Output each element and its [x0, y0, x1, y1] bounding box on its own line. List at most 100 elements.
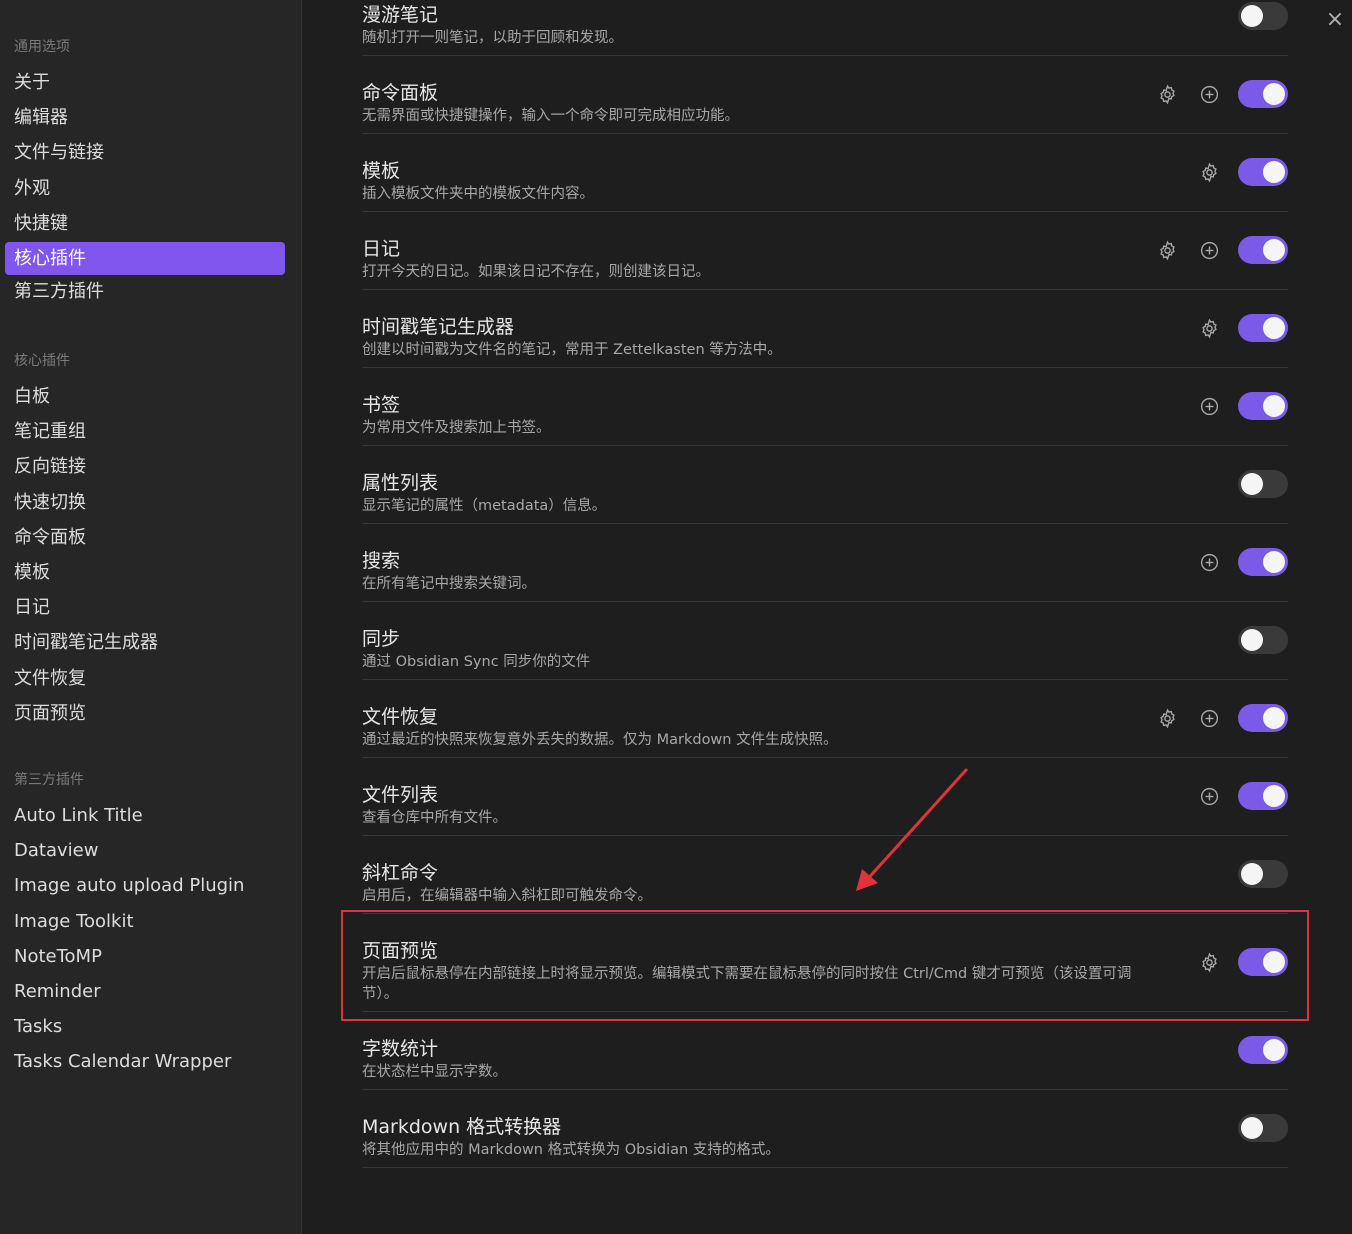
plugin-row: 搜索 在所有笔记中搜索关键词。	[362, 524, 1288, 602]
toggle-knob	[1263, 161, 1285, 183]
plugin-enable-toggle[interactable]	[1238, 1036, 1288, 1064]
sidebar-core-item[interactable]: 白板	[5, 380, 285, 415]
gear-icon[interactable]	[1196, 159, 1222, 185]
toggle-knob	[1263, 707, 1285, 729]
plugin-name: 时间戳笔记生成器	[362, 316, 515, 338]
plugin-description: 启用后，在编辑器中输入斜杠即可触发命令。	[362, 888, 652, 904]
plus-circle-icon[interactable]	[1196, 783, 1222, 809]
gear-icon[interactable]	[1154, 705, 1180, 731]
plugin-description: 打开今天的日记。如果该日记不存在，则创建该日记。	[362, 264, 710, 280]
plugin-enable-toggle[interactable]	[1238, 860, 1288, 888]
plugin-controls	[1238, 2, 1288, 30]
sidebar-general-item[interactable]: 关于	[5, 66, 285, 101]
toggle-knob	[1263, 785, 1285, 807]
toggle-knob	[1241, 473, 1263, 495]
sidebar-general-item[interactable]: 核心插件	[5, 241, 285, 275]
gear-icon[interactable]	[1196, 315, 1222, 341]
plugin-controls	[1238, 470, 1288, 498]
plugin-row: 斜杠命令 启用后，在编辑器中输入斜杠即可触发命令。	[362, 836, 1288, 914]
plugin-enable-toggle[interactable]	[1238, 626, 1288, 654]
plugin-row: 字数统计在状态栏中显示字数。	[362, 1012, 1288, 1090]
plugin-name: 书签	[362, 394, 401, 416]
plugin-row: 日记打开今天的日记。如果该日记不存在，则创建该日记。	[362, 212, 1288, 290]
plugin-enable-toggle[interactable]	[1238, 704, 1288, 732]
sidebar-third-party-item[interactable]: Dataview	[5, 834, 285, 869]
sidebar-third-party-item[interactable]: Tasks	[5, 1010, 285, 1045]
plugin-controls	[1196, 548, 1288, 576]
plugin-row: 模板 插入模板文件夹中的模板文件内容。	[362, 134, 1288, 212]
plugin-controls	[1238, 626, 1288, 654]
gear-icon[interactable]	[1154, 237, 1180, 263]
sidebar-core-item[interactable]: 笔记重组	[5, 415, 285, 450]
gear-icon[interactable]	[1196, 949, 1222, 975]
toggle-knob	[1263, 317, 1285, 339]
close-icon[interactable]: ×	[1323, 8, 1347, 32]
plugin-name: 页面预览	[362, 940, 439, 962]
plugin-list-panel: 漫游笔记 随机打开一则笔记，以助于回顾和发现。 命令面板 无需界面或快捷键操作，输入一…	[303, 0, 1352, 1234]
sidebar-core-item[interactable]: 时间戳笔记生成器	[5, 626, 285, 661]
plus-circle-icon[interactable]	[1196, 81, 1222, 107]
plugin-controls	[1154, 236, 1288, 264]
sidebar-core-item[interactable]: 模板	[5, 556, 285, 591]
toggle-knob	[1263, 395, 1285, 417]
plus-circle-icon[interactable]	[1196, 393, 1222, 419]
plugin-row: 属性列表 显示笔记的属性（metadata）信息。	[362, 446, 1288, 524]
plugin-name: Markdown 格式转换器	[362, 1116, 562, 1138]
toggle-knob	[1263, 951, 1285, 973]
plugin-description: 在所有笔记中搜索关键词。	[362, 576, 536, 592]
sidebar-general-item[interactable]: 编辑器	[5, 101, 285, 136]
plugin-description: 在状态栏中显示字数。	[362, 1064, 507, 1080]
plus-circle-icon[interactable]	[1196, 237, 1222, 263]
sidebar-group-core: 核心插件 白板 笔记重组 反向链接 快速切换 命令面板 模板 日记 时间戳笔记生成器 文件恢复页…	[5, 349, 285, 732]
sidebar-core-item[interactable]: 命令面板	[5, 521, 285, 556]
sidebar-general-item[interactable]: 快捷键	[5, 207, 285, 242]
plugin-name: 文件列表	[362, 784, 439, 806]
plugin-enable-toggle[interactable]	[1238, 2, 1288, 30]
plugin-description: 查看仓库中所有文件。	[362, 810, 507, 826]
sidebar-third-party-item[interactable]: Image Toolkit	[5, 905, 285, 940]
plugin-name: 模板	[362, 160, 401, 182]
sidebar-core-item[interactable]: 快速切换	[5, 486, 285, 521]
toggle-knob	[1241, 863, 1263, 885]
plugin-enable-toggle[interactable]	[1238, 158, 1288, 186]
plus-circle-icon[interactable]	[1196, 549, 1222, 575]
sidebar-third-party-item[interactable]: NoteToMP	[5, 940, 285, 975]
sidebar-group-title: 第三方插件	[14, 772, 84, 788]
plugin-controls	[1196, 782, 1288, 810]
plugin-description: 创建以时间戳为文件名的笔记，常用于 Zettelkasten 等方法中。	[362, 342, 782, 358]
plugin-enable-toggle[interactable]	[1238, 314, 1288, 342]
plugin-enable-toggle[interactable]	[1238, 236, 1288, 264]
plugin-name: 漫游笔记	[362, 4, 439, 26]
plugin-name: 字数统计	[362, 1038, 439, 1060]
plugin-row: 页面预览 开启后鼠标悬停在内部链接上时将显示预览。编辑模式下需要在鼠标悬停的同时按…	[362, 914, 1288, 1012]
plugin-enable-toggle[interactable]	[1238, 80, 1288, 108]
sidebar-general-item[interactable]: 第三方插件	[5, 275, 285, 310]
plugin-enable-toggle[interactable]	[1238, 548, 1288, 576]
sidebar-third-party-item[interactable]: Reminder	[5, 975, 285, 1010]
sidebar-core-item[interactable]: 文件恢复	[5, 662, 285, 697]
sidebar-group-title: 通用选项	[14, 39, 70, 55]
plugin-controls	[1196, 158, 1288, 186]
sidebar-general-item[interactable]: 文件与链接	[5, 136, 285, 171]
sidebar-core-item[interactable]: 页面预览	[5, 697, 285, 732]
plugin-name: 文件恢复	[362, 706, 439, 728]
plugin-enable-toggle[interactable]	[1238, 948, 1288, 976]
plugin-row: 时间戳笔记生成器创建以时间戳为文件名的笔记，常用于 Zettelkasten 等…	[362, 290, 1288, 368]
gear-icon[interactable]	[1154, 81, 1180, 107]
plugin-name: 日记	[362, 238, 401, 260]
sidebar-core-item[interactable]: 日记	[5, 591, 285, 626]
plugin-enable-toggle[interactable]	[1238, 470, 1288, 498]
sidebar-general-item[interactable]: 外观	[5, 172, 285, 207]
sidebar-third-party-item[interactable]: Auto Link Title	[5, 799, 285, 834]
plus-circle-icon[interactable]	[1196, 705, 1222, 731]
sidebar-third-party-item[interactable]: Image auto upload Plugin	[5, 869, 285, 904]
toggle-knob	[1263, 1039, 1285, 1061]
toggle-knob	[1241, 629, 1263, 651]
sidebar-third-party-item[interactable]: Tasks Calendar Wrapper	[5, 1045, 285, 1080]
plugin-enable-toggle[interactable]	[1238, 392, 1288, 420]
plugin-description: 无需界面或快捷键操作，输入一个命令即可完成相应功能。	[362, 108, 739, 124]
plugin-name: 同步	[362, 628, 401, 650]
plugin-enable-toggle[interactable]	[1238, 1114, 1288, 1142]
plugin-enable-toggle[interactable]	[1238, 782, 1288, 810]
sidebar-core-item[interactable]: 反向链接	[5, 450, 285, 485]
